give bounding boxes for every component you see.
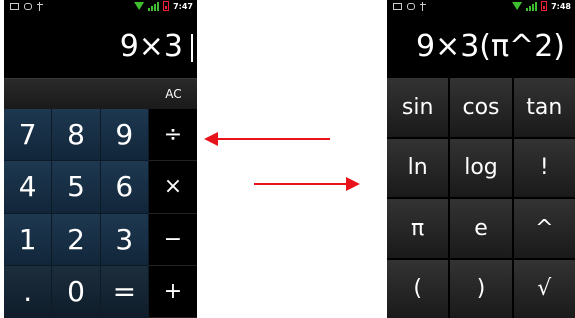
- arrow-left-icon: [204, 132, 330, 146]
- key-1[interactable]: 1: [4, 213, 53, 266]
- key-open-paren[interactable]: (: [387, 259, 449, 318]
- key-5[interactable]: 5: [52, 161, 101, 214]
- advanced-pad: sin cos tan ln log ! π e ^ ( ) √: [387, 78, 575, 318]
- key-3[interactable]: 3: [100, 213, 149, 266]
- mail-icon: [10, 3, 19, 10]
- number-pad: 7 8 9 4 5 6 1 2 3 . 0 =: [4, 109, 149, 318]
- key-e[interactable]: e: [450, 199, 512, 258]
- display[interactable]: 9×3: [4, 14, 197, 78]
- battery-icon: [541, 1, 548, 11]
- key-7[interactable]: 7: [4, 109, 53, 162]
- status-time: 7:48: [551, 1, 571, 11]
- signal-icon: [148, 1, 160, 11]
- operator-pad: ÷ × − +: [149, 109, 197, 318]
- android-icon: [407, 3, 415, 10]
- display-expression: 9×3(π^2): [415, 29, 565, 64]
- usb-icon: [420, 2, 426, 11]
- key-9[interactable]: 9: [100, 109, 149, 162]
- key-ln[interactable]: ln: [387, 138, 449, 197]
- key-decimal[interactable]: .: [4, 265, 53, 318]
- key-8[interactable]: 8: [52, 109, 101, 162]
- calculator-advanced-panel: 7:48 9×3(π^2) sin cos tan ln log ! π e ^…: [387, 0, 575, 318]
- key-sqrt[interactable]: √: [513, 259, 575, 318]
- status-time: 7:47: [173, 1, 193, 11]
- key-factorial[interactable]: !: [513, 138, 575, 197]
- signal-icon: [526, 1, 538, 11]
- key-multiply[interactable]: ×: [149, 161, 197, 214]
- key-0[interactable]: 0: [52, 265, 101, 318]
- key-4[interactable]: 4: [4, 161, 53, 214]
- display-expression: 9×3: [119, 29, 183, 64]
- key-cos[interactable]: cos: [450, 78, 512, 137]
- clear-button[interactable]: AC: [150, 79, 197, 109]
- wifi-icon: [134, 2, 145, 10]
- clear-row: AC: [4, 78, 197, 109]
- key-2[interactable]: 2: [52, 213, 101, 266]
- status-bar: 7:47: [4, 0, 197, 14]
- key-divide[interactable]: ÷: [149, 109, 197, 162]
- key-plus[interactable]: +: [149, 266, 197, 318]
- key-equals[interactable]: =: [100, 265, 149, 318]
- key-power[interactable]: ^: [513, 199, 575, 258]
- mail-icon: [393, 3, 402, 10]
- status-bar: 7:48: [387, 0, 575, 14]
- arrow-right-icon: [254, 177, 360, 191]
- key-6[interactable]: 6: [100, 161, 149, 214]
- calculator-basic-panel: 7:47 9×3 AC 7 8 9 4 5 6 1 2 3 . 0 = ÷ × …: [4, 0, 197, 318]
- key-log[interactable]: log: [450, 138, 512, 197]
- key-minus[interactable]: −: [149, 214, 197, 266]
- battery-icon: [163, 1, 170, 11]
- android-icon: [24, 3, 32, 10]
- display[interactable]: 9×3(π^2): [387, 14, 575, 78]
- key-pi[interactable]: π: [387, 199, 449, 258]
- key-close-paren[interactable]: ): [450, 259, 512, 318]
- text-cursor: [191, 34, 193, 62]
- key-sin[interactable]: sin: [387, 78, 449, 137]
- key-tan[interactable]: tan: [513, 78, 575, 137]
- wifi-icon: [512, 2, 523, 10]
- usb-icon: [37, 2, 43, 11]
